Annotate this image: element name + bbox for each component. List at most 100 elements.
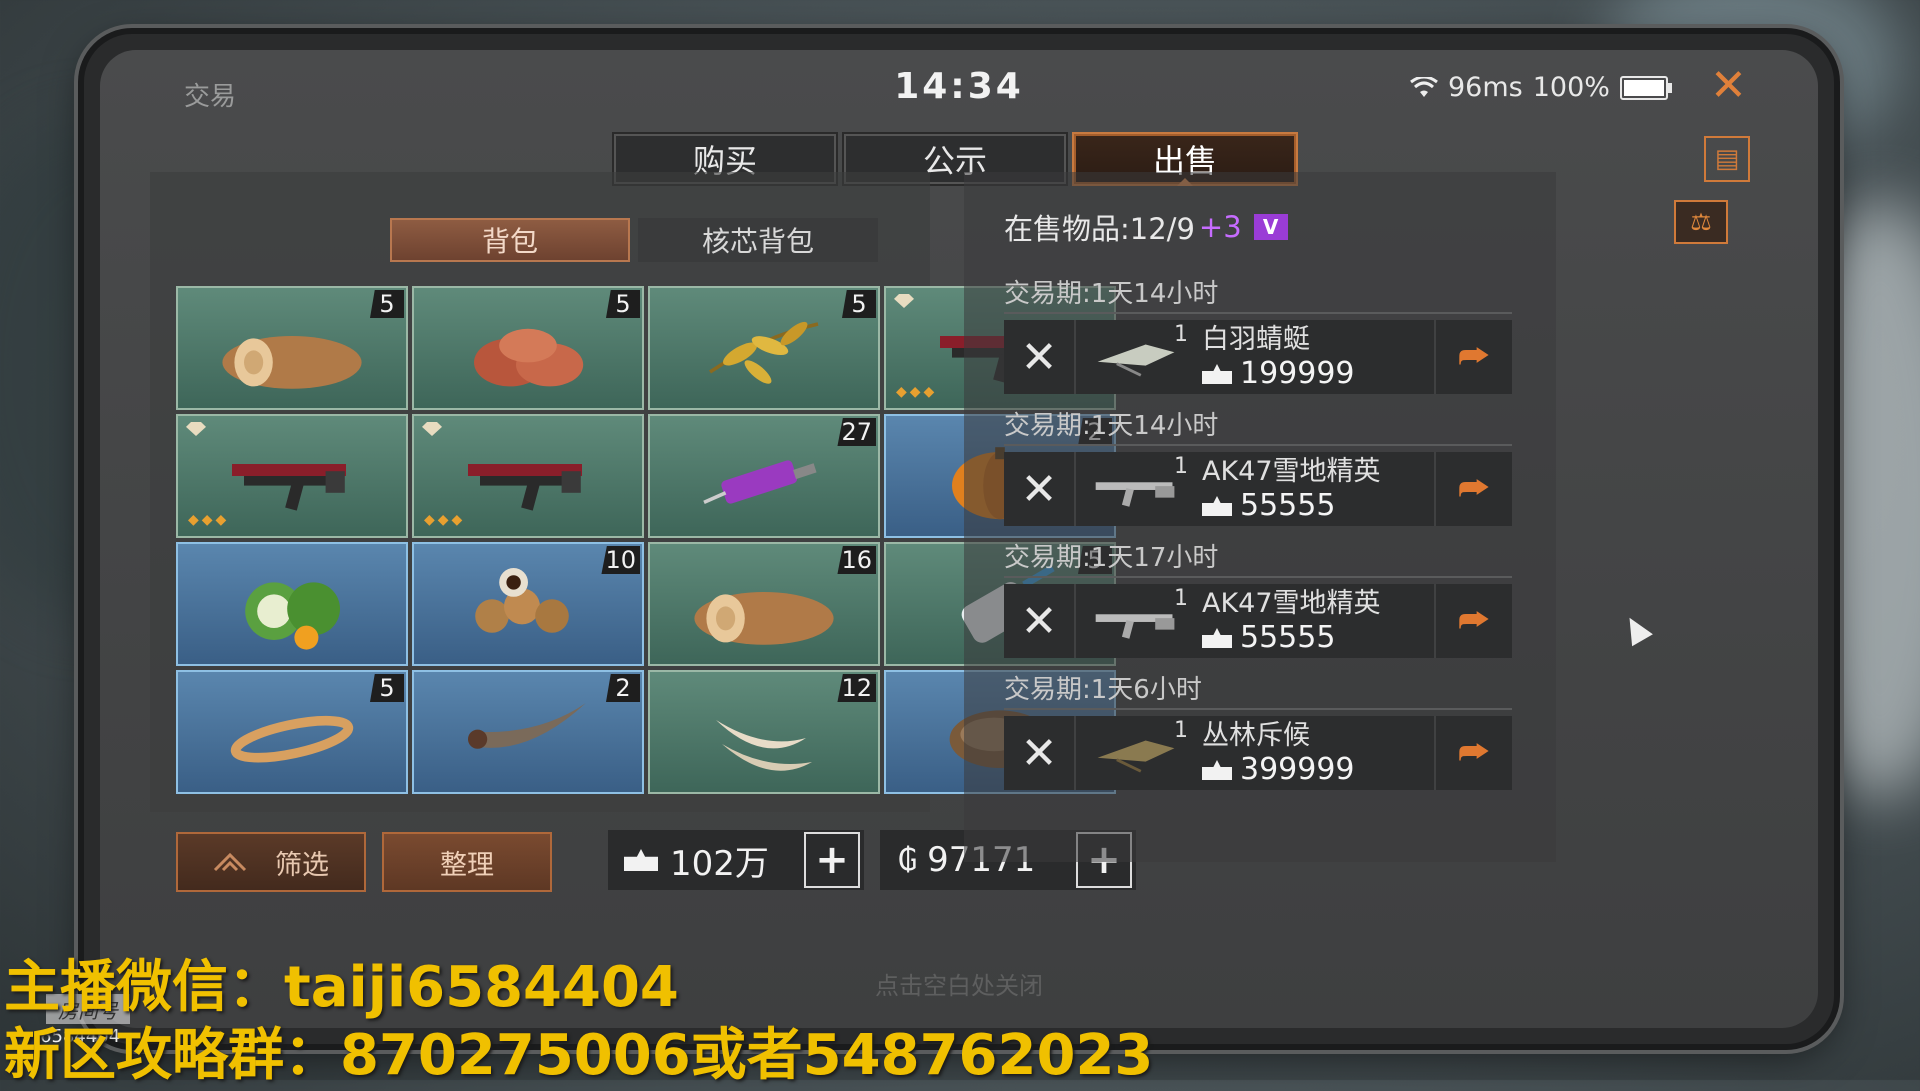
filter-button[interactable]: 筛选 [176,832,366,892]
ping-text: 96ms [1448,72,1523,103]
sort-button[interactable]: 整理 [382,832,552,892]
item-count: 5 [370,290,404,318]
share-icon[interactable]: ⮫ [1434,452,1512,526]
listing-price-value: 399999 [1240,752,1355,787]
ak47-icon [1095,482,1175,507]
item-count: 2 [606,674,640,702]
cancel-listing-button[interactable]: ✕ [1004,716,1076,790]
dragonfly-skin-icon [1097,344,1175,377]
listing-row: ✕ 1 AK47雪地精英 55555 ⮫ [1004,584,1512,658]
listing-row: ✕ 1 丛林斥候 399999 ⮫ [1004,716,1512,790]
coin-icon: ₲ [898,842,918,878]
gold-icon [1202,760,1232,780]
share-icon[interactable]: ⮫ [1434,320,1512,394]
rubber-band-icon [230,715,354,763]
listing-quantity: 1 [1174,718,1188,743]
wifi-icon [1410,76,1438,97]
listing-quantity: 1 [1174,586,1188,611]
inventory-slot[interactable]: 2 [412,670,644,794]
share-icon[interactable]: ⮫ [1434,716,1512,790]
clipboard-icon[interactable]: ▤ [1704,136,1750,182]
inventory-slot[interactable]: 10 [412,542,644,666]
scale-icon[interactable]: ⚖ [1674,200,1728,244]
listing-period: 交易期:1天17小时 [1004,540,1512,578]
listing-info: 丛林斥候 399999 [1196,719,1434,787]
listing-name: AK47雪地精英 [1202,456,1381,487]
gold-balance: 102万 + [608,830,864,890]
herb-leaves-icon [709,321,819,384]
on-sale-bonus: +3 [1198,210,1242,244]
listing-period: 交易期:1天6小时 [1004,672,1512,710]
inventory-slot[interactable]: 27 [648,414,880,538]
subtab-core-backpack[interactable]: 核芯背包 [638,218,878,262]
gold-icon [624,849,658,871]
rarity-stars-icon: ◆◆◆ [188,512,230,528]
coconut-flower-icon [245,582,340,650]
item-count: 27 [837,418,876,446]
listing-thumbnail: 1 [1076,320,1196,394]
status-bar: 96ms 100% [1410,72,1672,103]
listing-info: 白羽蜻蜓 199999 [1196,323,1434,391]
listing-item: 交易期:1天14小时 ✕ 1 白羽蜻蜓 199999 ⮫ [1004,276,1512,394]
cursor-icon [1619,611,1653,647]
rarity-stars-icon: ◆◆◆ [424,512,466,528]
close-icon[interactable]: ✕ [1710,64,1747,108]
listing-info: AK47雪地精英 55555 [1196,587,1434,655]
listing-period: 交易期:1天14小时 [1004,276,1512,314]
listing-name: 丛林斥候 [1202,720,1310,751]
inventory-slot[interactable]: 5 [412,286,644,410]
trade-window: 交易 14:34 96ms 100% ✕ 购买 公示 出售 ▤ 背包 核芯背包 … [100,50,1818,1028]
cancel-listing-button[interactable]: ✕ [1004,320,1076,394]
ak47-icon [1095,614,1175,639]
listing-price: 199999 [1202,357,1434,391]
sub-tabs: 背包 核芯背包 [390,218,878,262]
listing-row: ✕ 1 白羽蜻蜓 199999 ⮫ [1004,320,1512,394]
listing-name: 白羽蜻蜓 [1202,324,1310,355]
listing-price: 55555 [1202,621,1434,655]
share-icon[interactable]: ⮫ [1434,584,1512,658]
rarity-stars-icon: ◆◆◆ [896,384,938,400]
battery-icon [1619,75,1672,100]
listing-row: ✕ 1 AK47雪地精英 55555 ⮫ [1004,452,1512,526]
inventory-slot[interactable]: ◆◆◆ [412,414,644,538]
inventory-slot[interactable]: ◆◆◆ [176,414,408,538]
listing-item: 交易期:1天6小时 ✕ 1 丛林斥候 399999 ⮫ [1004,672,1512,790]
guide-group-text: 新区攻略群：870275006或者548762023 [4,1023,1154,1088]
listing-item: 交易期:1天17小时 ✕ 1 AK47雪地精英 55555 ⮫ [1004,540,1512,658]
inventory-slot[interactable] [176,542,408,666]
inventory-slot[interactable]: 12 [648,670,880,794]
listing-thumbnail: 1 [1076,584,1196,658]
item-count: 16 [837,546,876,574]
item-count: 10 [601,546,640,574]
listing-info: AK47雪地精英 55555 [1196,455,1434,523]
wood-log-icon [222,336,362,389]
listing-item: 交易期:1天14小时 ✕ 1 AK47雪地精英 55555 ⮫ [1004,408,1512,526]
filter-label: 筛选 [275,849,329,881]
listing-thumbnail: 1 [1076,452,1196,526]
horn-icon [468,703,586,749]
gold-icon [1202,628,1232,648]
item-count: 5 [370,674,404,702]
jungle-scout-icon [1097,740,1175,773]
add-gold-button[interactable]: + [804,832,860,888]
subtab-backpack[interactable]: 背包 [390,218,630,262]
listing-price-value: 199999 [1240,356,1355,391]
raw-meat-icon [474,328,584,387]
gold-icon [1202,496,1232,516]
cancel-listing-button[interactable]: ✕ [1004,452,1076,526]
battery-text: 100% [1532,72,1610,103]
cancel-listing-button[interactable]: ✕ [1004,584,1076,658]
battery-fill [1623,79,1664,96]
on-sale-count: 在售物品:12/9 +3 V [1004,206,1288,248]
vip-badge: V [1253,214,1288,240]
gold-amount: 102万 [670,843,769,884]
listing-price: 55555 [1202,489,1434,523]
item-count: 5 [842,290,876,318]
inventory-slot[interactable]: 5 [176,286,408,410]
listing-quantity: 1 [1174,322,1188,347]
inventory-slot[interactable]: 16 [648,542,880,666]
listing-quantity: 1 [1174,454,1188,479]
inventory-slot[interactable]: 5 [176,670,408,794]
listing-thumbnail: 1 [1076,716,1196,790]
inventory-slot[interactable]: 5 [648,286,880,410]
